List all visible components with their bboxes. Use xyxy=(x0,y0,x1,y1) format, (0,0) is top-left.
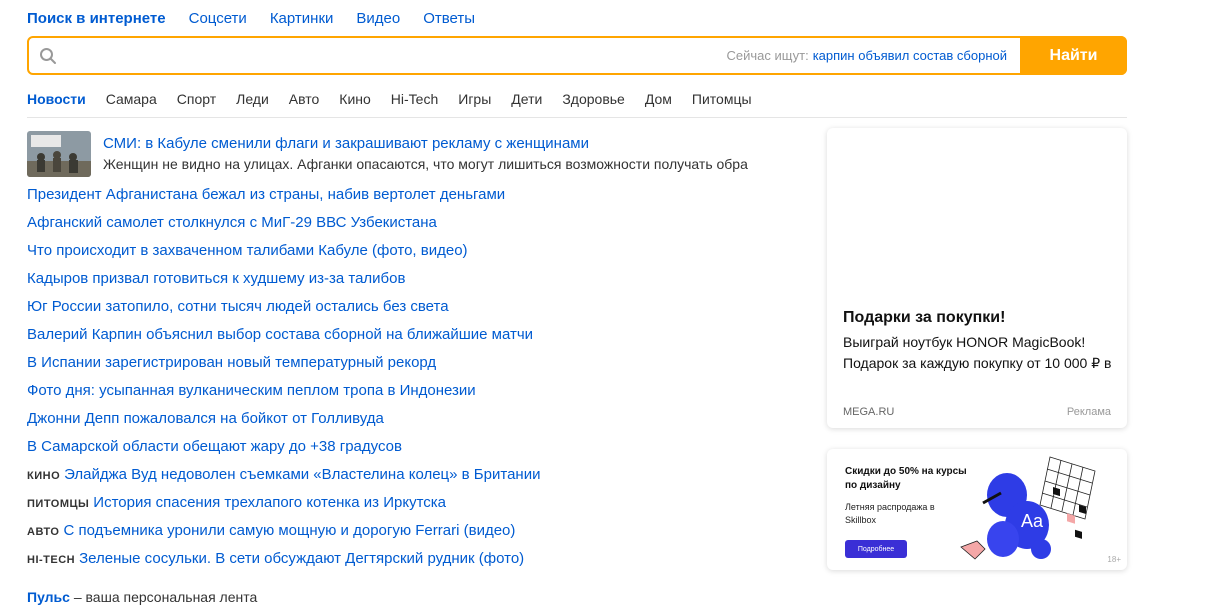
tab-kids[interactable]: Дети xyxy=(511,90,542,117)
news-list: Президент Афганистана бежал из страны, н… xyxy=(27,184,807,576)
news-category[interactable]: hi-tech xyxy=(27,554,75,566)
lead-title[interactable]: СМИ: в Кабуле сменили флаги и закрашиваю… xyxy=(103,134,589,154)
nav-answers[interactable]: Ответы xyxy=(423,9,475,29)
lead-story: СМИ: в Кабуле сменили флаги и закрашиваю… xyxy=(27,131,807,177)
ad-line-2: Подарок за каждую покупку от 10 000 ₽ в xyxy=(843,355,1112,371)
list-item: питомцы История спасения трехлапого котен… xyxy=(27,492,807,520)
tab-pets[interactable]: Питомцы xyxy=(692,90,752,117)
news-link[interactable]: В Самарской области обещают жару до +38 … xyxy=(27,438,402,455)
news-link[interactable]: Президент Афганистана бежал из страны, н… xyxy=(27,186,505,203)
list-item: авто С подъемника уронили самую мощную и … xyxy=(27,520,807,548)
nav-images[interactable]: Картинки xyxy=(270,9,334,29)
news-link[interactable]: Фото дня: усыпанная вулканическим пеплом… xyxy=(27,382,476,399)
pulse-text: – ваша персональная лента xyxy=(69,589,258,605)
ad-card-mega[interactable]: Подарки за покупки! Выиграй ноутбук HONO… xyxy=(827,128,1127,428)
news-link[interactable]: Элайджа Вуд недоволен съемками «Властели… xyxy=(64,466,540,483)
ad-line-1: Выиграй ноутбук HONOR MagicBook! xyxy=(843,334,1086,350)
search-bar: Сейчас ищут: карпин объявил состав сборно… xyxy=(27,36,1127,75)
design-illustration-icon: Aa xyxy=(960,456,1096,560)
search-hint: Сейчас ищут: карпин объявил состав сборно… xyxy=(727,48,1007,63)
lead-thumbnail[interactable] xyxy=(27,131,91,177)
list-item: кино Элайджа Вуд недоволен съемками «Влас… xyxy=(27,464,807,492)
ad-heading: Подарки за покупки! xyxy=(843,309,1006,326)
tab-health[interactable]: Здоровье xyxy=(562,90,625,117)
list-item: Кадыров призвал готовиться к худшему из-… xyxy=(27,268,807,296)
list-item: Фото дня: усыпанная вулканическим пеплом… xyxy=(27,380,807,408)
pulse-promo: Пульс – ваша персональная лента xyxy=(27,588,257,606)
tab-cinema[interactable]: Кино xyxy=(339,90,371,117)
top-nav: Поиск в интернете Соцсети Картинки Видео… xyxy=(27,9,498,29)
news-category[interactable]: питомцы xyxy=(27,498,89,510)
age-rating: 18+ xyxy=(1107,555,1121,564)
news-category[interactable]: кино xyxy=(27,470,60,482)
news-link[interactable]: Юг России затопило, сотни тысяч людей ос… xyxy=(27,298,449,315)
search-button[interactable]: Найти xyxy=(1020,36,1127,75)
lead-description: Женщин не видно на улицах. Афганки опаса… xyxy=(103,156,748,172)
search-input[interactable] xyxy=(65,38,719,75)
search-icon xyxy=(40,48,56,64)
list-item: hi-tech Зеленые сосульки. В сети обсуждаю… xyxy=(27,548,807,576)
news-link[interactable]: В Испании зарегистрирован новый температ… xyxy=(27,354,436,371)
news-link[interactable]: Джонни Депп пожаловался на бойкот от Гол… xyxy=(27,410,384,427)
ad-text: Летняя распродажа в Skillbox xyxy=(845,502,935,525)
list-item: Что происходит в захваченном талибами Ка… xyxy=(27,240,807,268)
tab-auto[interactable]: Авто xyxy=(289,90,320,117)
tab-games[interactable]: Игры xyxy=(458,90,491,117)
tab-sport[interactable]: Спорт xyxy=(177,90,216,117)
tab-news[interactable]: Новости xyxy=(27,90,86,117)
list-item: Юг России затопило, сотни тысяч людей ос… xyxy=(27,296,807,324)
list-item: Президент Афганистана бежал из страны, н… xyxy=(27,184,807,212)
news-link[interactable]: Афганский самолет столкнулся с МиГ-29 ВВ… xyxy=(27,214,437,231)
list-item: Джонни Депп пожаловался на бойкот от Гол… xyxy=(27,408,807,436)
tab-samara[interactable]: Самара xyxy=(106,90,157,117)
nav-web-search[interactable]: Поиск в интернете xyxy=(27,9,166,29)
ad-graphic-text: Aa xyxy=(1021,511,1044,531)
news-tabs: Новости Самара Спорт Леди Авто Кино Hi-T… xyxy=(27,90,1127,118)
ad-text: Выиграй ноутбук HONOR MagicBook! Подарок… xyxy=(843,332,1123,374)
ad-more-button[interactable]: Подробнее xyxy=(845,540,907,558)
tab-hitech[interactable]: Hi-Tech xyxy=(391,90,438,117)
news-link[interactable]: История спасения трехлапого котенка из И… xyxy=(93,494,446,511)
news-link[interactable]: Кадыров призвал готовиться к худшему из-… xyxy=(27,270,405,287)
tab-ladies[interactable]: Леди xyxy=(236,90,269,117)
nav-video[interactable]: Видео xyxy=(356,9,400,29)
news-link[interactable]: Что происходит в захваченном талибами Ка… xyxy=(27,242,468,259)
pulse-link[interactable]: Пульс xyxy=(27,589,70,605)
list-item: Афганский самолет столкнулся с МиГ-29 ВВ… xyxy=(27,212,807,240)
search-hint-label: Сейчас ищут: xyxy=(726,48,809,63)
list-item: В Испании зарегистрирован новый температ… xyxy=(27,352,807,380)
ad-domain: MEGA.RU xyxy=(843,406,895,418)
list-item: В Самарской области обещают жару до +38 … xyxy=(27,436,807,464)
news-category[interactable]: авто xyxy=(27,526,59,538)
news-link[interactable]: Зеленые сосульки. В сети обсуждают Дегтя… xyxy=(79,550,524,567)
ad-label: Реклама xyxy=(1066,406,1111,418)
list-item: Валерий Карпин объяснил выбор состава сб… xyxy=(27,324,807,352)
nav-social[interactable]: Соцсети xyxy=(189,9,247,29)
news-link[interactable]: Валерий Карпин объяснил выбор состава сб… xyxy=(27,326,533,343)
tab-home[interactable]: Дом xyxy=(645,90,672,117)
ad-card-skillbox[interactable]: Скидки до 50% на курсы по дизайну Летняя… xyxy=(827,449,1127,570)
news-link[interactable]: С подъемника уронили самую мощную и доро… xyxy=(63,522,515,539)
search-hint-query[interactable]: карпин объявил состав сборной xyxy=(813,48,1007,63)
